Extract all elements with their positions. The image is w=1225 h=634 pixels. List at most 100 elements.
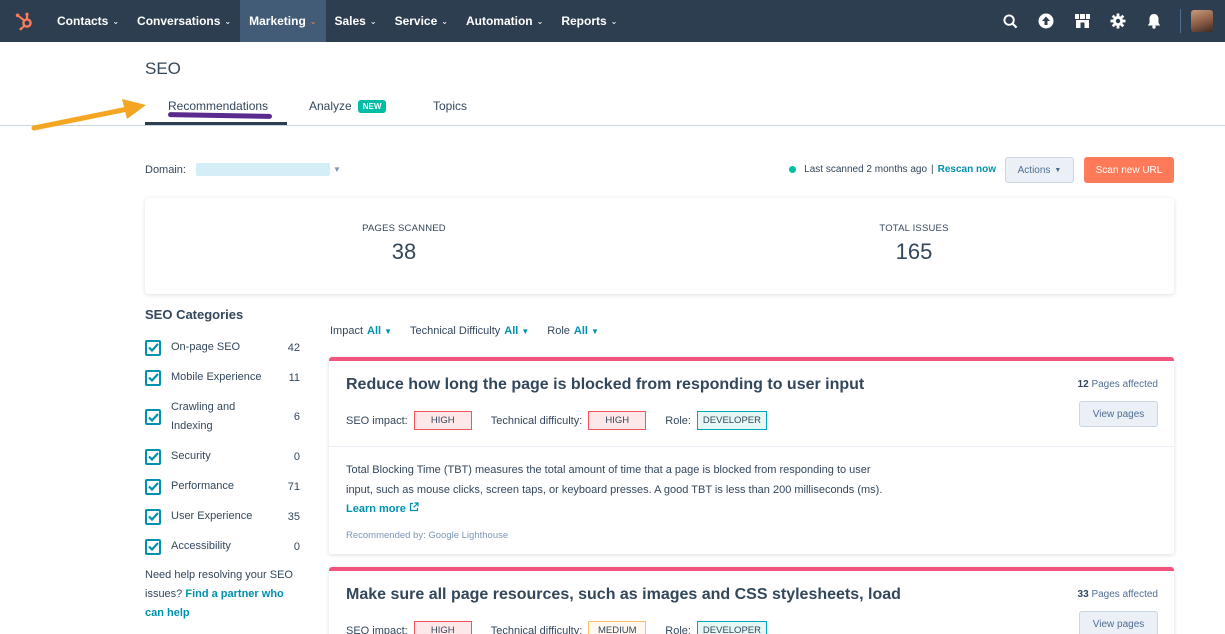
- checkbox-checked-icon[interactable]: [145, 369, 161, 386]
- total-issues-value: 165: [895, 239, 933, 264]
- technical-difficulty-label: Technical difficulty:: [490, 414, 583, 427]
- nav-label: Contacts: [57, 14, 109, 28]
- hubspot-logo-icon[interactable]: [0, 0, 48, 42]
- pages-scanned-stat: PAGES SCANNED 38: [304, 223, 504, 265]
- annotation-arrow-icon: [31, 99, 146, 131]
- scan-separator: |: [931, 164, 934, 175]
- category-crawling-and-indexing[interactable]: Crawling and Indexing 6: [145, 398, 300, 436]
- nav-right-tools: [992, 0, 1225, 42]
- caret-down-icon: ▼: [1054, 166, 1062, 174]
- category-name: Performance: [171, 480, 234, 492]
- scan-new-url-button[interactable]: Scan new URL: [1084, 157, 1174, 183]
- checkbox-checked-icon[interactable]: [145, 339, 161, 356]
- seo-impact-label: SEO impact:: [346, 414, 408, 427]
- chevron-down-icon: ⌄: [610, 16, 618, 26]
- actions-dropdown-button[interactable]: Actions ▼: [1005, 157, 1074, 183]
- recommendation-tags: SEO impact: HIGH Technical difficulty: M…: [346, 621, 786, 634]
- nav-sales[interactable]: Sales ⌄: [326, 0, 386, 42]
- seo-categories-list: On-page SEO 42 Mobile Experience 11 Craw…: [145, 338, 300, 556]
- learn-more-label: Learn more: [346, 503, 406, 515]
- total-issues-label: TOTAL ISSUES: [879, 223, 949, 234]
- category-count: 0: [293, 540, 300, 553]
- tab-recommendations[interactable]: Recommendations: [168, 99, 268, 113]
- category-on-page-seo[interactable]: On-page SEO 42: [145, 338, 300, 357]
- marketplace-icon[interactable]: [1064, 0, 1100, 42]
- checkbox-checked-icon[interactable]: [145, 409, 161, 425]
- nav-label: Reports: [561, 14, 607, 28]
- domain-label: Domain:: [145, 163, 186, 176]
- notifications-bell-icon[interactable]: [1136, 0, 1172, 42]
- category-performance[interactable]: Performance 71: [145, 477, 300, 496]
- rescan-now-link[interactable]: Rescan now: [938, 164, 996, 175]
- view-pages-button[interactable]: View pages: [1079, 611, 1158, 634]
- chevron-down-icon: ⌄: [369, 16, 377, 26]
- category-accessibility[interactable]: Accessibility 0: [145, 537, 300, 556]
- nav-label: Service: [394, 14, 438, 28]
- user-avatar[interactable]: [1191, 10, 1213, 32]
- tabs-divider: [0, 125, 1225, 126]
- filter-value: All: [367, 325, 382, 337]
- pages-scanned-value: 38: [391, 239, 417, 264]
- checkbox-checked-icon[interactable]: [145, 478, 161, 495]
- settings-icon[interactable]: [1100, 0, 1136, 42]
- nav-marketing[interactable]: Marketing ⌄: [240, 0, 326, 42]
- filter-label: Technical Difficulty: [410, 325, 501, 337]
- domain-selector[interactable]: Domain: ▼: [145, 163, 341, 176]
- nav-label: Automation: [465, 14, 533, 28]
- role-badge: DEVELOPER: [696, 411, 767, 430]
- external-link-icon: [409, 502, 419, 512]
- category-name: User Experience: [171, 510, 253, 522]
- category-count: 35: [287, 510, 300, 523]
- role-label: Role:: [665, 414, 691, 427]
- recommendation-title: Make sure all page resources, such as im…: [346, 586, 901, 603]
- seo-impact-badge: HIGH: [413, 621, 472, 634]
- technical-difficulty-filter[interactable]: Technical Difficulty All ▼: [410, 325, 529, 337]
- recommendation-title: Reduce how long the page is blocked from…: [346, 376, 865, 393]
- category-count: 6: [293, 411, 300, 423]
- checkbox-checked-icon[interactable]: [145, 508, 161, 525]
- filter-value: All: [504, 325, 519, 337]
- recommendation-description: Total Blocking Time (TBT) measures the t…: [346, 461, 886, 520]
- top-navigation-bar: Contacts ⌄ Conversations ⌄ Marketing ⌄ Sale…: [0, 0, 1225, 42]
- impact-filter[interactable]: Impact All ▼: [330, 325, 392, 337]
- pages-affected-label: Pages affected: [1091, 379, 1158, 390]
- tab-analyze-label: Analyze: [309, 99, 352, 113]
- tab-topics[interactable]: Topics: [433, 99, 467, 113]
- pages-affected: 33 Pages affected: [1078, 589, 1158, 600]
- category-name: Security: [171, 450, 211, 462]
- category-security[interactable]: Security 0: [145, 447, 300, 466]
- nav-conversations[interactable]: Conversations ⌄: [128, 0, 240, 42]
- status-dot-icon: [789, 166, 797, 173]
- pages-affected-count: 12: [1077, 379, 1089, 390]
- caret-down-icon: ▼: [384, 327, 392, 336]
- scan-status: Last scanned 2 months ago | Rescan now: [789, 164, 996, 175]
- technical-difficulty-label: Technical difficulty:: [490, 624, 583, 634]
- chevron-down-icon: ⌄: [441, 16, 448, 26]
- tab-analyze[interactable]: Analyze NEW: [309, 99, 387, 113]
- card-divider: [329, 446, 1174, 447]
- actions-label: Actions: [1017, 164, 1051, 176]
- nav-contacts[interactable]: Contacts ⌄: [48, 0, 128, 42]
- nav-reports[interactable]: Reports ⌄: [552, 0, 626, 42]
- learn-more-link[interactable]: Learn more: [346, 502, 419, 515]
- category-name: Accessibility: [171, 540, 231, 552]
- category-count: 0: [293, 450, 300, 463]
- upgrade-icon[interactable]: [1028, 0, 1064, 42]
- category-name: Crawling and Indexing: [171, 401, 236, 432]
- category-user-experience[interactable]: User Experience 35: [145, 507, 300, 526]
- chevron-down-icon: ⌄: [224, 16, 232, 26]
- last-scanned-text: Last scanned 2 months ago: [804, 164, 928, 175]
- checkbox-checked-icon[interactable]: [145, 538, 161, 555]
- category-mobile-experience[interactable]: Mobile Experience 11: [145, 368, 300, 387]
- role-filter[interactable]: Role All ▼: [547, 325, 599, 337]
- view-pages-button[interactable]: View pages: [1079, 401, 1158, 427]
- caret-down-icon: ▼: [590, 327, 599, 336]
- checkbox-checked-icon[interactable]: [145, 448, 161, 465]
- recommendation-tags: SEO impact: HIGH Technical difficulty: H…: [346, 411, 786, 430]
- recommendation-card: Reduce how long the page is blocked from…: [329, 357, 1174, 554]
- caret-down-icon: ▼: [332, 165, 341, 174]
- nav-service[interactable]: Service ⌄: [386, 0, 457, 42]
- search-icon[interactable]: [992, 0, 1028, 42]
- nav-automation[interactable]: Automation ⌄: [457, 0, 552, 42]
- pages-affected-count: 33: [1077, 589, 1089, 600]
